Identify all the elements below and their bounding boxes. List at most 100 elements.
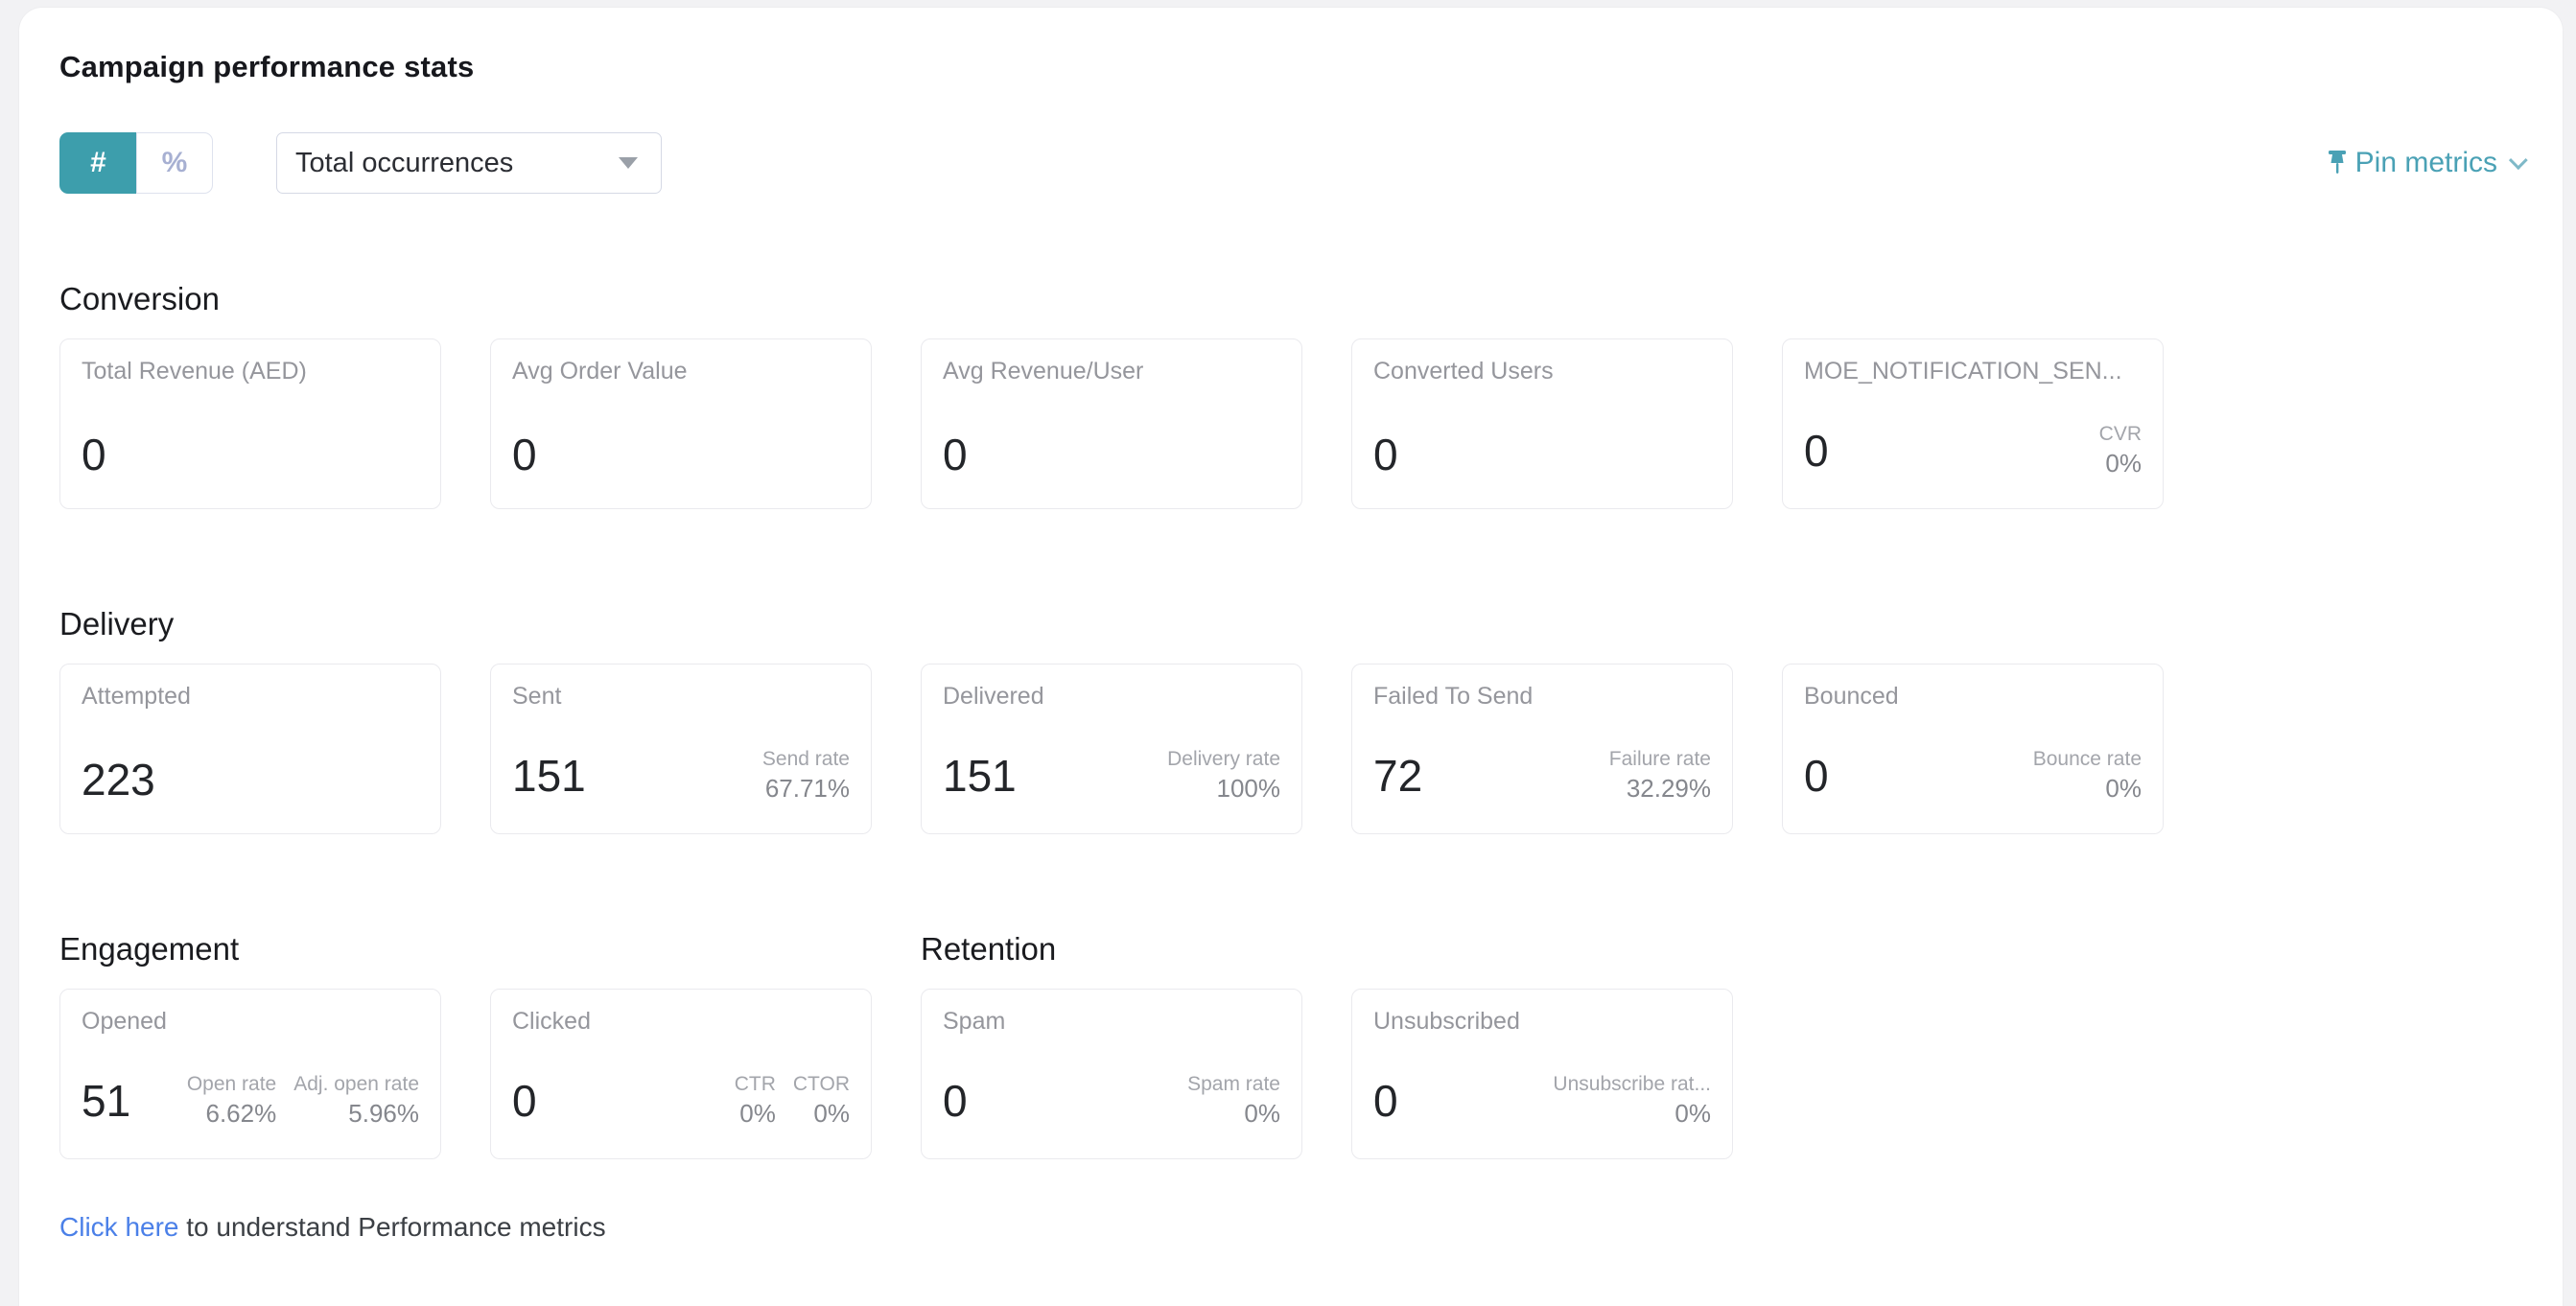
metric-value: 0 — [1804, 426, 1829, 476]
rate-open-rate: Open rate6.62% — [187, 1072, 276, 1130]
percent-icon: % — [162, 147, 188, 179]
rate-value: 32.29% — [1609, 772, 1711, 805]
rate-value: 6.62% — [187, 1097, 276, 1130]
conversion-cards-row: Total Revenue (AED)0Avg Order Value0Avg … — [59, 338, 2522, 509]
section-delivery: Delivery Attempted223Sent151Send rate67.… — [59, 605, 2522, 834]
metric-label: Clicked — [512, 1007, 850, 1036]
rate-label: Adj. open rate — [293, 1072, 419, 1097]
metric-body: 0 — [943, 430, 1280, 479]
metric-value: 51 — [82, 1076, 130, 1126]
rate-label: Failure rate — [1609, 747, 1711, 772]
metric-label: Avg Order Value — [512, 357, 850, 385]
metric-label: Failed To Send — [1373, 682, 1711, 711]
metric-label: Opened — [82, 1007, 419, 1036]
rate-label: CVR — [2099, 422, 2142, 447]
chevron-down-icon — [2509, 151, 2528, 170]
percent-toggle-button[interactable]: % — [136, 132, 213, 194]
metric-value: 0 — [943, 430, 968, 479]
metric-card-avg-order-value: Avg Order Value 0 — [490, 338, 872, 509]
rate-label: Send rate — [762, 747, 850, 772]
section-engagement: Engagement Opened 51 Open rate6.62% Adj. op… — [59, 930, 872, 1159]
metric-card-total-revenue-aed: Total Revenue (AED)0 — [59, 338, 441, 509]
metric-card-sent: Sent151Send rate67.71% — [490, 664, 872, 834]
rate-label: Spam rate — [1187, 1072, 1280, 1097]
metric-card-clicked: Clicked 0CTR0%CTOR0% — [490, 989, 872, 1159]
metric-value: 151 — [512, 751, 586, 801]
rate-label: Delivery rate — [1167, 747, 1280, 772]
metric-rates: Failure rate32.29% — [1609, 747, 1711, 805]
rate-label: Unsubscribe rat... — [1553, 1072, 1711, 1097]
metric-body: 0CTR0%CTOR0% — [512, 1072, 850, 1130]
rate-ctor: CTOR0% — [793, 1072, 850, 1130]
metric-value: 0 — [1373, 430, 1398, 479]
rate-value: 0% — [793, 1097, 850, 1130]
metric-type-dropdown[interactable]: Total occurrences — [276, 132, 662, 194]
section-title-engagement: Engagement — [59, 930, 872, 968]
metric-body: 0 — [1373, 430, 1711, 479]
count-toggle-button[interactable]: # — [59, 132, 136, 194]
rate-value: 0% — [1187, 1097, 1280, 1130]
metric-body: 151 Delivery rate100% — [943, 747, 1280, 805]
metric-label: Unsubscribed — [1373, 1007, 1711, 1036]
metric-value: 0 — [512, 430, 537, 479]
engagement-cards-row: Opened 51 Open rate6.62% Adj. open rate5.96… — [59, 989, 872, 1159]
metric-rates: CVR0% — [2099, 422, 2142, 479]
hash-icon: # — [90, 147, 106, 179]
rate-value: 0% — [2099, 447, 2142, 479]
rate-adj-open-rate: Adj. open rate5.96% — [293, 1072, 419, 1130]
rate-label: Open rate — [187, 1072, 276, 1097]
metric-rates: CTR0%CTOR0% — [735, 1072, 850, 1130]
metric-value: 0 — [82, 430, 106, 479]
rate-value: 0% — [1553, 1097, 1711, 1130]
metric-label: Spam — [943, 1007, 1280, 1036]
metric-rates: Send rate67.71% — [762, 747, 850, 805]
rate-value: 0% — [735, 1097, 776, 1130]
click-here-link[interactable]: Click here — [59, 1212, 178, 1242]
delivery-cards-row: Attempted223Sent151Send rate67.71%Delive… — [59, 664, 2522, 834]
page-title: Campaign performance stats — [59, 49, 2522, 85]
rate-value: 5.96% — [293, 1097, 419, 1130]
pushpin-icon — [2325, 149, 2350, 177]
rate-unsubscribe-rat: Unsubscribe rat...0% — [1553, 1072, 1711, 1130]
metric-value: 0 — [1373, 1076, 1398, 1126]
metric-card-avg-revenue-user: Avg Revenue/User0 — [921, 338, 1302, 509]
metric-value: 72 — [1373, 751, 1422, 801]
metric-card-delivered: Delivered 151 Delivery rate100% — [921, 664, 1302, 834]
section-title-retention: Retention — [921, 930, 1733, 968]
metric-body: 51 Open rate6.62% Adj. open rate5.96% — [82, 1072, 419, 1130]
section-retention: Retention Spam0Spam rate0%Unsubscribed0U… — [921, 930, 1733, 1159]
metric-body: 0 — [512, 430, 850, 479]
rate-label: CTOR — [793, 1072, 850, 1097]
metric-body: 0 CVR0% — [1804, 422, 2142, 479]
metric-rates: Delivery rate100% — [1167, 747, 1280, 805]
metric-label: Converted Users — [1373, 357, 1711, 385]
metric-card-spam: Spam 0 Spam rate0% — [921, 989, 1302, 1159]
metric-card-converted-users: Converted Users 0 — [1351, 338, 1733, 509]
metric-rates: Bounce rate0% — [2033, 747, 2142, 805]
rate-cvr: CVR0% — [2099, 422, 2142, 479]
metric-value: 151 — [943, 751, 1017, 801]
metric-card-moe-notification-sen: MOE_NOTIFICATION_SEN...0CVR0% — [1782, 338, 2164, 509]
metric-card-bounced: Bounced0Bounce rate0% — [1782, 664, 2164, 834]
rate-label: Bounce rate — [2033, 747, 2142, 772]
panel-content: Campaign performance stats # % Total occ… — [19, 8, 2563, 1243]
rate-value: 67.71% — [762, 772, 850, 805]
metric-value: 0 — [1804, 751, 1829, 801]
rate-send-rate: Send rate67.71% — [762, 747, 850, 805]
metric-body: 0 — [82, 430, 419, 479]
performance-metrics-note: Click here to understand Performance met… — [59, 1212, 2522, 1243]
rate-value: 100% — [1167, 772, 1280, 805]
campaign-stats-panel: Campaign performance stats # % Total occ… — [19, 8, 2563, 1306]
dropdown-selected-value: Total occurrences — [295, 148, 619, 179]
metric-card-unsubscribed: Unsubscribed 0 Unsubscribe rat...0% — [1351, 989, 1733, 1159]
section-title-conversion: Conversion — [59, 280, 2522, 318]
metric-value: 0 — [943, 1076, 968, 1126]
metric-rates: Unsubscribe rat...0% — [1553, 1072, 1711, 1130]
metric-value: 223 — [82, 755, 155, 805]
pin-metrics-button[interactable]: Pin metrics — [2325, 147, 2522, 179]
controls-row: # % Total occurrences Pin metrics — [59, 132, 2522, 194]
metric-body: 151 Send rate67.71% — [512, 747, 850, 805]
metric-label: Delivered — [943, 682, 1280, 711]
metric-body: 0 Spam rate0% — [943, 1072, 1280, 1130]
metric-rates: Open rate6.62% Adj. open rate5.96% — [187, 1072, 419, 1130]
